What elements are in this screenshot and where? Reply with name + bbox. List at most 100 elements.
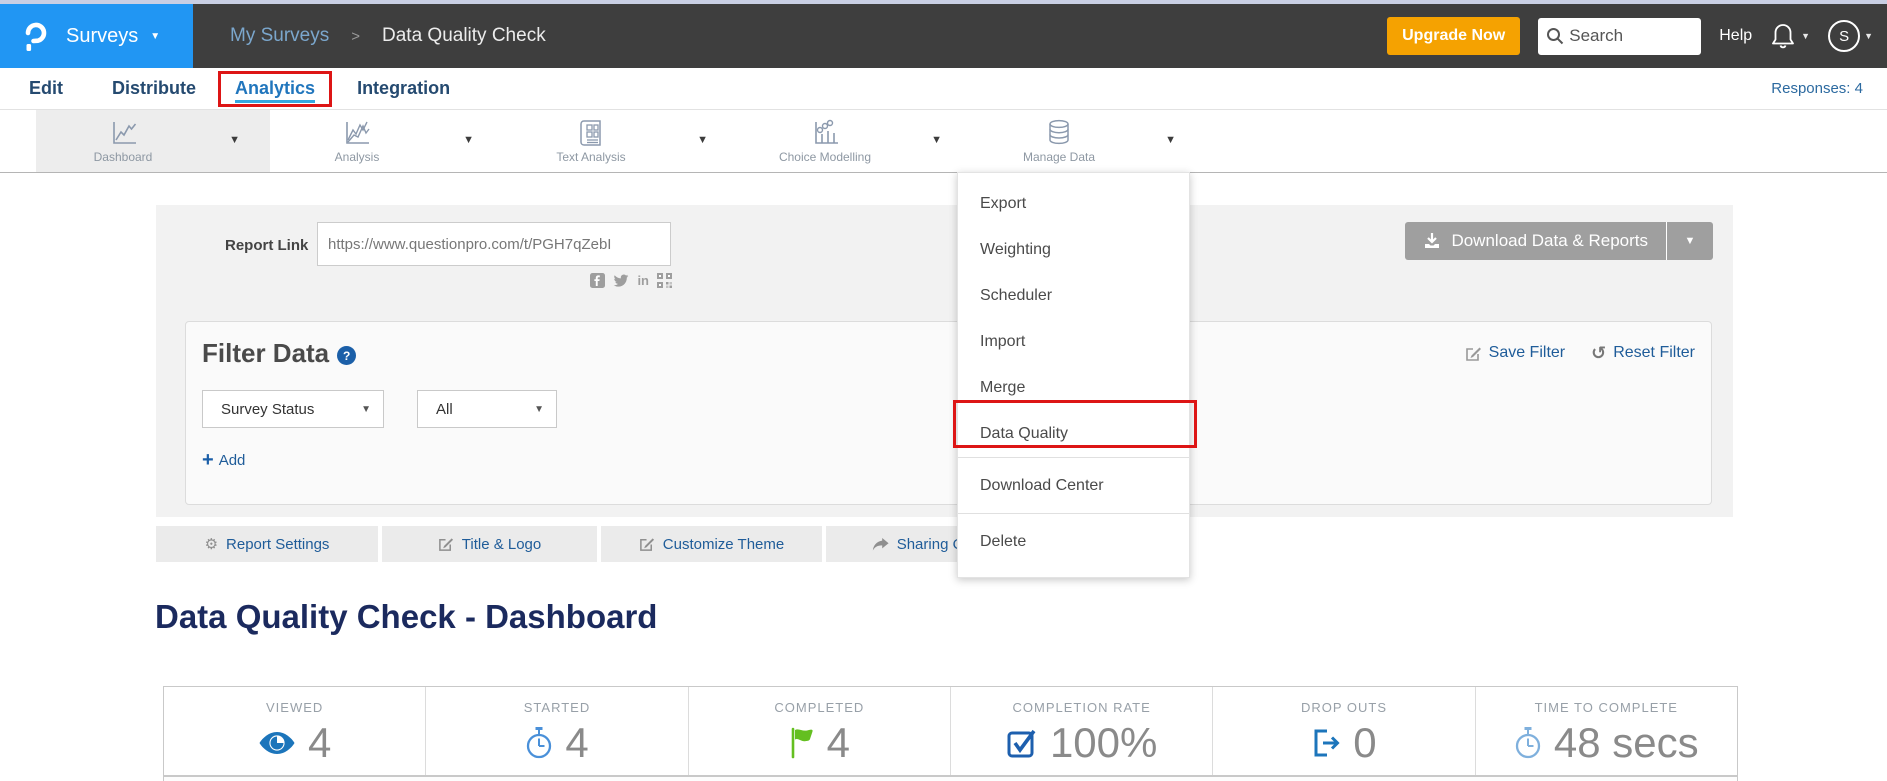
menu-item-delete[interactable]: Delete xyxy=(958,513,1189,569)
survey-stats-strip: VIEWED 4 STARTED 4 xyxy=(163,686,1738,776)
menu-item-merge[interactable]: Merge xyxy=(958,365,1189,411)
chevron-down-icon[interactable]: ▼ xyxy=(229,134,240,146)
toolbar-label: Choice Modelling xyxy=(779,150,871,164)
eye-icon xyxy=(258,730,296,756)
analysis-chart-icon xyxy=(341,118,373,148)
toolbar-dashboard[interactable]: Dashboard ▼ xyxy=(36,110,270,172)
report-link-label: Report Link xyxy=(225,237,308,254)
download-icon xyxy=(1423,232,1441,250)
chevron-down-icon: ▼ xyxy=(1864,31,1873,41)
drop-out-icon xyxy=(1311,728,1341,758)
qr-code-icon[interactable] xyxy=(657,273,672,288)
stat-time-to-complete: TIME TO COMPLETE 48 secs xyxy=(1476,687,1737,775)
breadcrumb: My Surveys > Data Quality Check xyxy=(230,4,546,68)
toolbar-analysis[interactable]: Analysis ▼ xyxy=(270,110,504,172)
reset-filter-button[interactable]: ↺ Reset Filter xyxy=(1591,344,1695,362)
menu-item-import[interactable]: Import xyxy=(958,319,1189,365)
filter-data-title: Filter Data ? xyxy=(202,338,356,369)
toolbar-manage-data[interactable]: Manage Data ▼ xyxy=(972,110,1206,172)
chevron-down-icon: ▼ xyxy=(150,31,160,42)
download-options-caret[interactable]: ▼ xyxy=(1667,222,1713,260)
facebook-icon[interactable] xyxy=(590,273,605,288)
toolbar-choice-modelling[interactable]: Choice Modelling ▼ xyxy=(738,110,972,172)
help-link[interactable]: Help xyxy=(1719,27,1752,45)
chevron-down-icon[interactable]: ▼ xyxy=(697,134,708,146)
edit-square-icon xyxy=(639,536,655,552)
dashboard-chart-icon xyxy=(107,118,139,148)
edit-square-icon xyxy=(1465,345,1482,362)
analytics-highlight-box: Analytics xyxy=(218,71,332,107)
edit-square-icon xyxy=(438,536,454,552)
search-box xyxy=(1538,18,1701,55)
title-logo-button[interactable]: Title & Logo xyxy=(382,526,597,562)
chevron-down-icon: ▼ xyxy=(361,404,371,415)
add-filter-button[interactable]: + Add xyxy=(202,450,245,470)
report-settings-button[interactable]: ⚙ Report Settings xyxy=(156,526,378,562)
filter-field-select[interactable]: Survey Status ▼ xyxy=(202,390,384,428)
notifications-menu[interactable]: ▼ xyxy=(1770,22,1810,50)
toolbar-label: Dashboard xyxy=(94,150,153,164)
bell-icon xyxy=(1770,22,1796,50)
questionpro-logo-icon xyxy=(22,20,48,52)
next-section-edge xyxy=(163,776,1738,781)
linkedin-icon[interactable]: in xyxy=(637,273,649,288)
filter-help-icon[interactable]: ? xyxy=(337,346,356,365)
menu-item-weighting[interactable]: Weighting xyxy=(958,227,1189,273)
toolbar-label: Analysis xyxy=(335,150,380,164)
save-filter-button[interactable]: Save Filter xyxy=(1465,344,1565,362)
menu-item-data-quality[interactable]: Data Quality xyxy=(958,411,1189,457)
account-menu[interactable]: S ▼ xyxy=(1828,20,1873,52)
chevron-down-icon[interactable]: ▼ xyxy=(931,134,942,146)
menu-item-download-center[interactable]: Download Center xyxy=(958,457,1189,513)
responses-count: Responses: 4 xyxy=(1771,80,1863,97)
filter-actions: Save Filter ↺ Reset Filter xyxy=(1465,344,1695,362)
download-data-reports-button[interactable]: Download Data & Reports ▼ xyxy=(1405,222,1713,260)
tab-distribute[interactable]: Distribute xyxy=(112,78,196,99)
toolbar-label: Manage Data xyxy=(1023,150,1095,164)
checkbox-icon xyxy=(1006,727,1038,759)
topbar-right-controls: Upgrade Now Help ▼ S ▼ xyxy=(1387,4,1873,68)
product-name: Surveys xyxy=(66,25,138,48)
chevron-down-icon: ▼ xyxy=(1801,31,1810,41)
choice-modelling-icon xyxy=(809,118,841,148)
breadcrumb-separator: > xyxy=(351,28,360,45)
product-switcher[interactable]: Surveys ▼ xyxy=(0,4,193,68)
chevron-down-icon[interactable]: ▼ xyxy=(1165,134,1176,146)
top-navigation-bar: Surveys ▼ My Surveys > Data Quality Chec… xyxy=(0,4,1887,68)
flag-icon xyxy=(789,727,815,759)
stat-completed: COMPLETED 4 xyxy=(689,687,951,775)
breadcrumb-my-surveys[interactable]: My Surveys xyxy=(230,25,329,47)
report-link-value[interactable]: https://www.questionpro.com/t/PGH7qZebI xyxy=(317,222,671,266)
share-arrow-icon xyxy=(872,537,889,552)
gear-icon: ⚙ xyxy=(205,535,218,553)
search-icon xyxy=(1545,26,1565,46)
text-analysis-icon xyxy=(577,118,605,148)
share-icons-row: in xyxy=(576,273,672,288)
tab-integration[interactable]: Integration xyxy=(357,78,450,99)
chevron-down-icon[interactable]: ▼ xyxy=(463,134,474,146)
tab-edit[interactable]: Edit xyxy=(29,78,63,99)
menu-item-export[interactable]: Export xyxy=(958,181,1189,227)
twitter-icon[interactable] xyxy=(613,274,629,288)
report-action-bar: ⚙ Report Settings Title & Logo Customize… xyxy=(156,526,1050,562)
toolbar-label: Text Analysis xyxy=(556,150,625,164)
survey-tab-bar: Edit Distribute Analytics Integration Re… xyxy=(0,68,1887,110)
stat-started: STARTED 4 xyxy=(426,687,688,775)
app-window: Surveys ▼ My Surveys > Data Quality Chec… xyxy=(0,0,1887,781)
upgrade-now-button[interactable]: Upgrade Now xyxy=(1387,17,1520,55)
customize-theme-button[interactable]: Customize Theme xyxy=(601,526,822,562)
filter-value-select[interactable]: All ▼ xyxy=(417,390,557,428)
database-icon xyxy=(1045,118,1073,148)
filter-value-value: All xyxy=(436,401,453,418)
stat-completion-rate: COMPLETION RATE 100% xyxy=(951,687,1213,775)
plus-icon: + xyxy=(202,450,214,470)
toolbar-text-analysis[interactable]: Text Analysis ▼ xyxy=(504,110,738,172)
download-button-label: Download Data & Reports xyxy=(1451,231,1648,251)
reset-icon: ↺ xyxy=(1591,344,1606,362)
analytics-toolbar: Dashboard ▼ Analysis ▼ xyxy=(0,110,1887,173)
stopwatch-icon xyxy=(525,727,553,759)
manage-data-menu: Export Weighting Scheduler Import Merge … xyxy=(957,172,1190,578)
report-panel: Report Link https://www.questionpro.com/… xyxy=(156,205,1733,517)
tab-analytics[interactable]: Analytics xyxy=(235,78,315,103)
menu-item-scheduler[interactable]: Scheduler xyxy=(958,273,1189,319)
